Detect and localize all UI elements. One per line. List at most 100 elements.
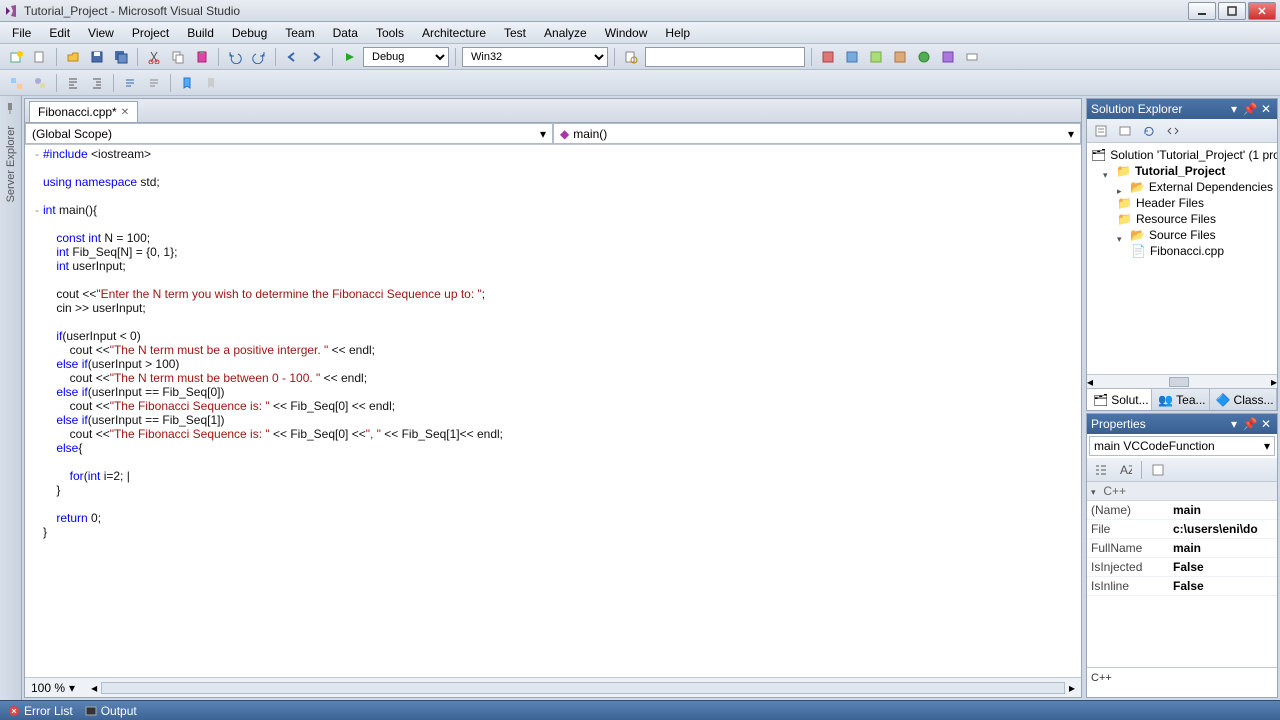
folder-icon: 📂 — [1130, 228, 1145, 242]
cut-icon[interactable] — [144, 47, 164, 67]
status-output[interactable]: Output — [85, 704, 137, 718]
find-input[interactable] — [645, 47, 805, 67]
horizontal-scrollbar[interactable] — [101, 682, 1065, 694]
minimize-button[interactable] — [1188, 2, 1216, 20]
tool-icon-7[interactable] — [962, 47, 982, 67]
categorized-icon[interactable] — [1091, 460, 1111, 480]
property-row[interactable]: FullNamemain — [1087, 539, 1277, 558]
menu-debug[interactable]: Debug — [224, 24, 275, 42]
folder-resource-files[interactable]: 📁Resource Files — [1091, 211, 1273, 227]
tab-label: Fibonacci.cpp* — [38, 105, 117, 119]
maximize-button[interactable] — [1218, 2, 1246, 20]
properties-selector[interactable]: main VCCodeFunction▾ — [1089, 436, 1275, 456]
add-item-icon[interactable] — [30, 47, 50, 67]
copy-icon[interactable] — [168, 47, 188, 67]
tool-icon-3[interactable] — [866, 47, 886, 67]
property-row[interactable]: (Name)main — [1087, 501, 1277, 520]
show-all-icon[interactable] — [1115, 121, 1135, 141]
menu-architecture[interactable]: Architecture — [414, 24, 494, 42]
folder-source-files[interactable]: 📂Source Files — [1091, 227, 1273, 243]
nav-forward-icon[interactable] — [306, 47, 326, 67]
paste-icon[interactable] — [192, 47, 212, 67]
project-icon: 📁 — [1116, 164, 1131, 178]
tab-solution-explorer[interactable]: 🗂Solut... — [1087, 389, 1152, 410]
refresh-icon[interactable] — [1139, 121, 1159, 141]
start-debug-icon[interactable] — [339, 47, 359, 67]
tool-icon-2[interactable] — [842, 47, 862, 67]
scope-dropdown[interactable]: (Global Scope)▾ — [25, 123, 553, 144]
tool-icon-5[interactable] — [914, 47, 934, 67]
panel-pin-icon[interactable]: 📌 — [1243, 417, 1257, 431]
menu-help[interactable]: Help — [657, 24, 698, 42]
tab-team-explorer[interactable]: 👥Tea... — [1152, 389, 1209, 410]
property-row[interactable]: Filec:\users\eni\do — [1087, 520, 1277, 539]
menu-view[interactable]: View — [80, 24, 122, 42]
new-project-icon[interactable] — [6, 47, 26, 67]
tree-hscroll[interactable]: ◂▸ — [1087, 374, 1277, 388]
class-view-icon[interactable] — [6, 73, 26, 93]
tool-icon-1[interactable] — [818, 47, 838, 67]
close-button[interactable] — [1248, 2, 1276, 20]
menu-tools[interactable]: Tools — [368, 24, 412, 42]
menu-analyze[interactable]: Analyze — [536, 24, 595, 42]
menu-project[interactable]: Project — [124, 24, 177, 42]
redo-icon[interactable] — [249, 47, 269, 67]
menu-file[interactable]: File — [4, 24, 39, 42]
uncomment-icon[interactable] — [144, 73, 164, 93]
open-icon[interactable] — [63, 47, 83, 67]
properties-icon[interactable] — [1091, 121, 1111, 141]
code-editor[interactable]: -#include <iostream> using namespace std… — [25, 145, 1081, 677]
member-dropdown[interactable]: ◆ main()▾ — [553, 123, 1081, 144]
pin-icon[interactable] — [4, 102, 18, 116]
platform-select[interactable]: Win32 — [462, 47, 608, 67]
object-browser-icon[interactable] — [30, 73, 50, 93]
folder-external-deps[interactable]: 📂External Dependencies — [1091, 179, 1273, 195]
find-in-files-icon[interactable] — [621, 47, 641, 67]
menu-data[interactable]: Data — [325, 24, 366, 42]
project-node[interactable]: 📁Tutorial_Project — [1091, 163, 1273, 179]
panel-close-icon[interactable]: ✕ — [1259, 102, 1273, 116]
outdent-icon[interactable] — [63, 73, 83, 93]
properties-header: Properties ▾ 📌 ✕ — [1087, 414, 1277, 434]
panel-pin-icon[interactable]: 📌 — [1243, 102, 1257, 116]
hscroll-right-icon[interactable]: ▸ — [1069, 681, 1075, 695]
file-fibonacci[interactable]: 📄Fibonacci.cpp — [1091, 243, 1273, 259]
status-error-list[interactable]: Error List — [8, 704, 73, 718]
zoom-dropdown-icon[interactable]: ▾ — [69, 681, 75, 695]
menu-window[interactable]: Window — [597, 24, 656, 42]
panel-close-icon[interactable]: ✕ — [1259, 417, 1273, 431]
server-explorer-tab[interactable]: Server Explorer — [3, 120, 19, 208]
menu-team[interactable]: Team — [277, 24, 322, 42]
menu-edit[interactable]: Edit — [41, 24, 78, 42]
menu-build[interactable]: Build — [179, 24, 222, 42]
tool-icon-4[interactable] — [890, 47, 910, 67]
alphabetical-icon[interactable]: AZ — [1115, 460, 1135, 480]
property-category[interactable]: C++ — [1087, 482, 1277, 501]
property-row[interactable]: IsInjectedFalse — [1087, 558, 1277, 577]
tool-icon-6[interactable] — [938, 47, 958, 67]
solution-tree: 🗂Solution 'Tutorial_Project' (1 proj 📁Tu… — [1087, 143, 1277, 374]
indent-icon[interactable] — [87, 73, 107, 93]
bookmark-icon[interactable] — [177, 73, 197, 93]
hscroll-left-icon[interactable]: ◂ — [91, 681, 97, 695]
undo-icon[interactable] — [225, 47, 245, 67]
panel-menu-icon[interactable]: ▾ — [1227, 102, 1241, 116]
solution-node[interactable]: 🗂Solution 'Tutorial_Project' (1 proj — [1091, 147, 1273, 163]
zoom-level[interactable]: 100 % — [31, 681, 65, 695]
menu-test[interactable]: Test — [496, 24, 534, 42]
panel-menu-icon[interactable]: ▾ — [1227, 417, 1241, 431]
folder-header-files[interactable]: 📁Header Files — [1091, 195, 1273, 211]
comment-icon[interactable] — [120, 73, 140, 93]
tab-fibonacci[interactable]: Fibonacci.cpp* ✕ — [29, 101, 138, 122]
prop-pages-icon[interactable] — [1148, 460, 1168, 480]
bookmark-prev-icon[interactable] — [201, 73, 221, 93]
solution-explorer-toolbar — [1087, 119, 1277, 143]
property-row[interactable]: IsInlineFalse — [1087, 577, 1277, 596]
save-icon[interactable] — [87, 47, 107, 67]
save-all-icon[interactable] — [111, 47, 131, 67]
nav-back-icon[interactable] — [282, 47, 302, 67]
view-code-icon[interactable] — [1163, 121, 1183, 141]
config-select[interactable]: Debug — [363, 47, 449, 67]
tab-class-view[interactable]: 🔷Class... — [1210, 389, 1277, 410]
tab-close-icon[interactable]: ✕ — [121, 107, 129, 118]
